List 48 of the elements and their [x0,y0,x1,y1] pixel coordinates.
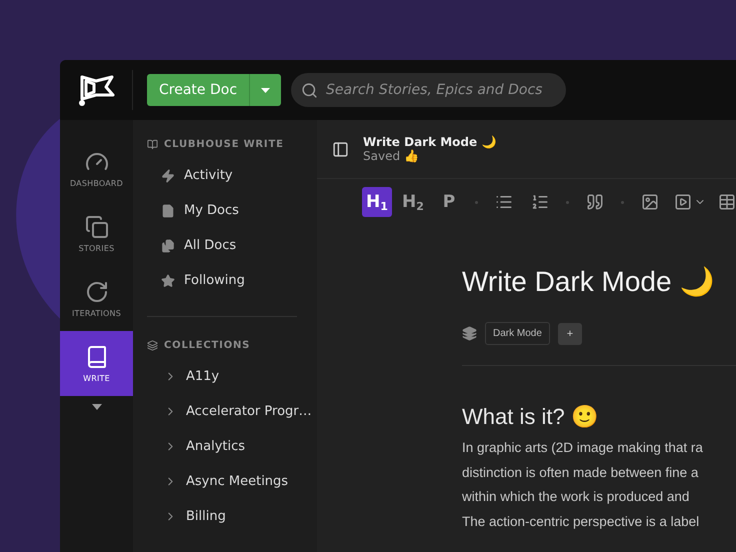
document-icon [161,204,175,218]
caret-icon[interactable] [92,404,102,410]
tag[interactable]: Dark Mode [485,322,550,345]
format-button[interactable]: P [434,187,464,217]
nav-item[interactable]: Following [147,263,317,298]
search-input[interactable]: Search Stories, Epics and Docs [324,81,556,99]
nav-item[interactable]: Activity [147,158,317,193]
rail-nav-item[interactable]: WRITE [60,331,133,396]
caret-icon [261,88,270,92]
bullet-list-icon [495,193,513,211]
book-icon [147,138,158,150]
document-title: Write Dark Mode 🌙 [462,265,714,299]
nav-item[interactable]: All Docs [147,228,317,263]
loop-arrow-icon [84,280,108,304]
rail-nav-item[interactable]: DASHBOARD [60,136,133,201]
document-name: Write Dark Mode 🌙 [363,135,496,149]
table-icon [718,193,736,211]
layers-icon [462,326,477,341]
lightning-icon [161,168,175,182]
section-heading: CLUBHOUSE WRITE [164,138,284,150]
format-button[interactable]: H$_{2}$ [398,187,428,217]
collection-item[interactable]: Analytics [147,429,317,464]
collection-item[interactable]: A11y [147,359,317,394]
section-heading: What is it? 🙂 [462,404,599,430]
collection-item[interactable]: Accelerator Progr… [147,394,317,429]
layers-icon [147,340,158,350]
search-icon [301,82,318,98]
video-icon [674,193,692,211]
rail-nav-item[interactable]: ITERATIONS [60,266,133,331]
nav-item[interactable]: My Docs [147,193,317,228]
rail-nav-item[interactable]: STORIES [60,201,133,266]
image-icon [641,193,659,211]
format-button[interactable]: H$_{1}$ [362,187,392,217]
flag-logo [76,73,116,107]
collection-item[interactable]: Billing [147,499,317,534]
panel-toggle-icon[interactable] [332,140,349,158]
search-field[interactable]: Search Stories, Epics and Docs [291,73,566,107]
create-options-button[interactable] [249,74,282,106]
section-heading: COLLECTIONS [164,340,250,350]
star-icon [161,274,175,288]
save-status: Saved 👍 [363,149,420,163]
documents-icon [161,238,175,252]
quote-icon [586,193,604,211]
collection-item[interactable]: Async Meetings [147,464,317,499]
numbered-list-icon [531,193,549,211]
add-tag-button[interactable]: + [558,322,582,344]
body-paragraph: In graphic arts (2D image making that ra distinction is often made between fine a within which the work is produced and The action-centric perspective is a label [462,439,703,531]
stacked-cards-icon [84,214,108,238]
